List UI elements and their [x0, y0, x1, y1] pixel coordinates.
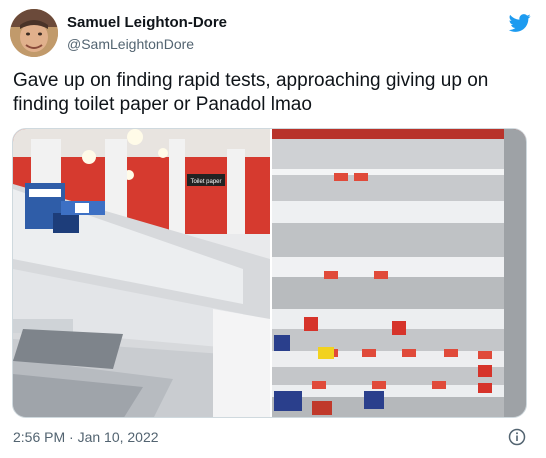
tweet-card[interactable]: Samuel Leighton-Dore @SamLeightonDore Ga…	[0, 0, 546, 458]
avatar[interactable]	[10, 9, 58, 57]
tweet-text: Gave up on finding rapid tests, approach…	[13, 70, 489, 115]
twitter-bird-icon[interactable]	[508, 12, 532, 34]
empty-aisle-photo[interactable]: Toilet paper	[13, 129, 270, 418]
tweet-header: Samuel Leighton-Dore @SamLeightonDore	[10, 9, 536, 59]
empty-shelves-photo[interactable]	[272, 129, 527, 418]
author-handle[interactable]: @SamLeightonDore	[67, 35, 227, 54]
info-icon[interactable]	[508, 428, 526, 446]
tweet-media[interactable]: Toilet paper	[12, 128, 527, 418]
aisle-sign: Toilet paper	[190, 179, 221, 185]
author-display-name[interactable]: Samuel Leighton-Dore	[67, 13, 227, 32]
user-avatar-photo	[10, 9, 58, 57]
author-names: Samuel Leighton-Dore @SamLeightonDore	[67, 13, 227, 54]
tweet-timestamp[interactable]: 2:56 PM · Jan 10, 2022	[13, 428, 159, 446]
